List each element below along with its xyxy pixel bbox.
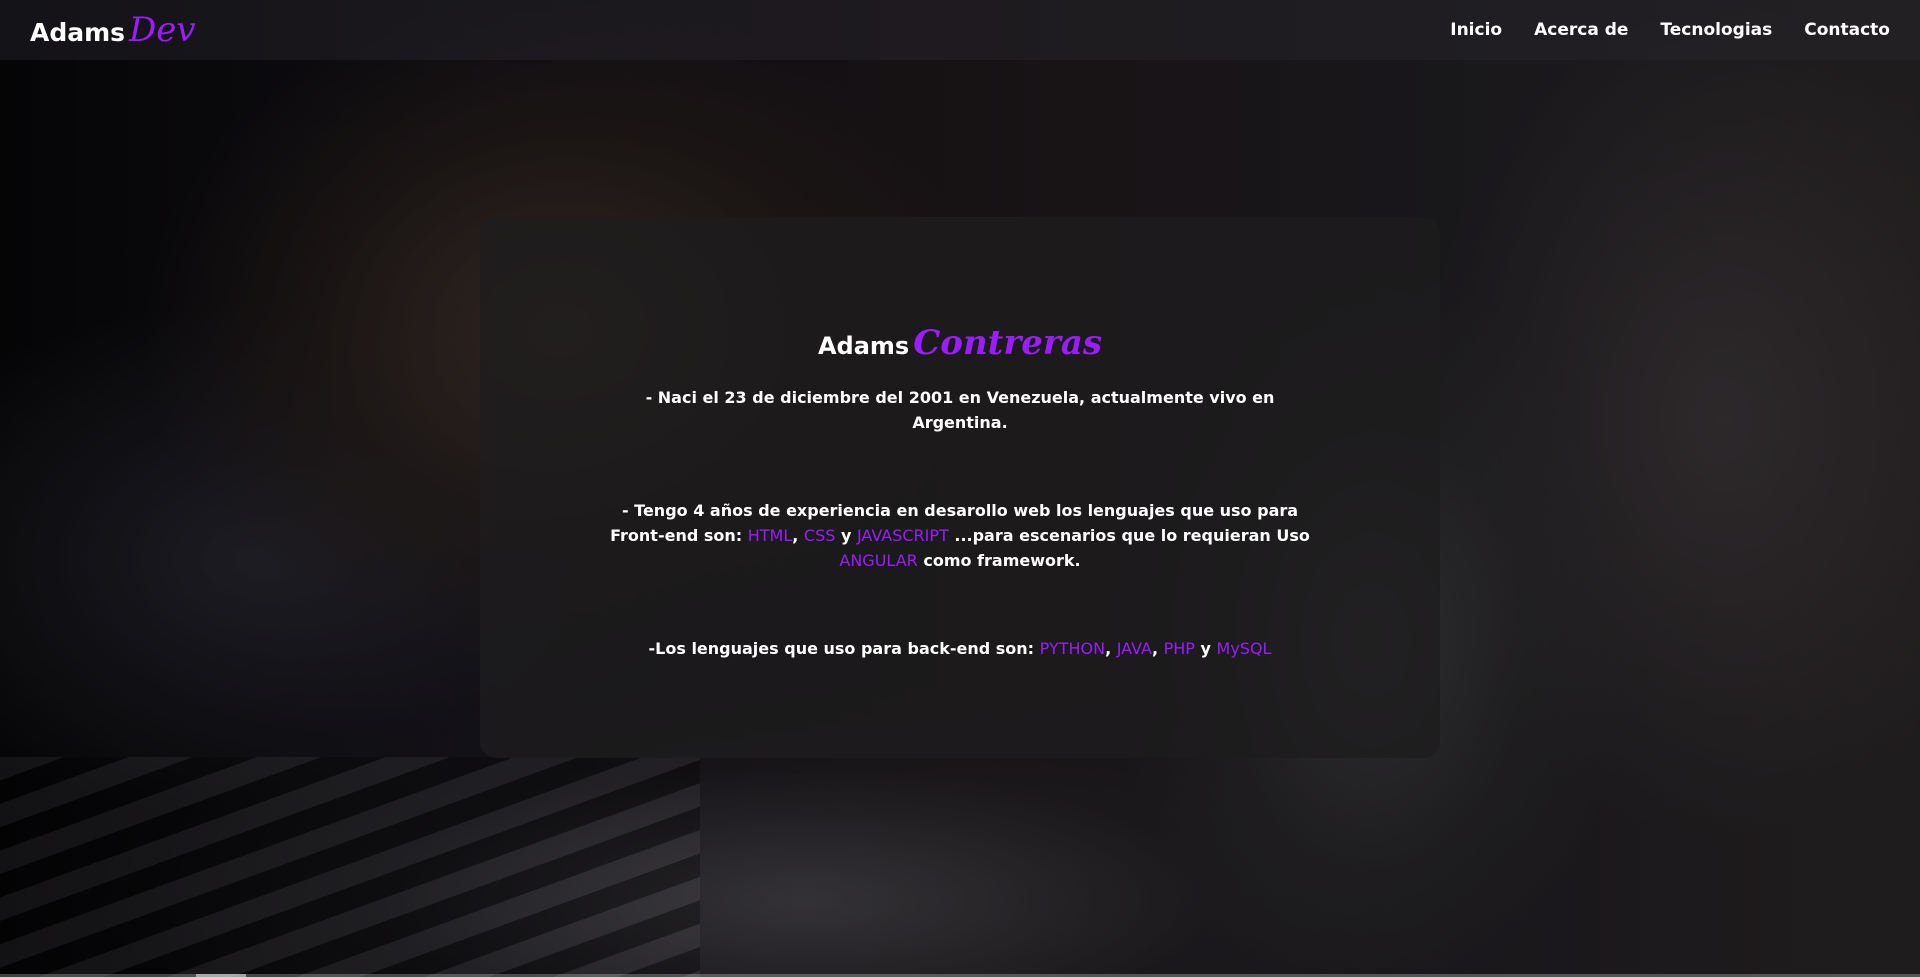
about-title-first-name: Adams <box>817 332 910 360</box>
tech-python: PYTHON <box>1039 639 1106 658</box>
separator: y <box>1194 639 1217 658</box>
tech-java: JAVA <box>1116 639 1152 658</box>
brand-logo-link[interactable]: Adams Dev <box>30 10 196 50</box>
separator: y <box>835 526 857 545</box>
frontend-middle-text: ...para escenarios que lo requieran Uso <box>948 526 1310 545</box>
nav-link-tecnologias[interactable]: Tecnologias <box>1660 20 1772 40</box>
nav-link-contacto[interactable]: Contacto <box>1804 20 1890 40</box>
about-paragraph-frontend: - Tengo 4 años de experiencia en desarol… <box>600 498 1320 573</box>
about-card: Adams Contreras - Naci el 23 de diciembr… <box>480 217 1440 758</box>
tech-php: PHP <box>1163 639 1195 658</box>
top-navbar: Adams Dev Inicio Acerca de Tecnologias C… <box>0 0 1920 60</box>
backend-intro-text: -Los lenguajes que uso para back-end son… <box>648 639 1040 658</box>
nav-link-inicio[interactable]: Inicio <box>1450 20 1502 40</box>
nav-link-acerca-de[interactable]: Acerca de <box>1534 20 1628 40</box>
separator: , <box>1151 639 1164 658</box>
brand-accent: Dev <box>129 10 196 50</box>
tech-javascript: JAVASCRIPT <box>856 526 949 545</box>
brand-name: Adams <box>30 18 126 47</box>
tech-css: CSS <box>803 526 836 545</box>
about-paragraph-backend: -Los lenguajes que uso para back-end son… <box>600 636 1320 661</box>
tech-mysql: MySQL <box>1216 639 1272 658</box>
tech-angular: ANGULAR <box>839 551 918 570</box>
about-title-last-name: Contreras <box>913 323 1103 363</box>
about-title: Adams Contreras <box>818 323 1102 363</box>
separator: , <box>1105 639 1117 658</box>
nav-links: Inicio Acerca de Tecnologias Contacto <box>1450 20 1890 40</box>
tech-html: HTML <box>747 526 793 545</box>
frontend-end-text: como framework. <box>917 551 1081 570</box>
about-paragraph-birth: - Naci el 23 de diciembre del 2001 en Ve… <box>645 388 1275 432</box>
separator: , <box>792 526 804 545</box>
